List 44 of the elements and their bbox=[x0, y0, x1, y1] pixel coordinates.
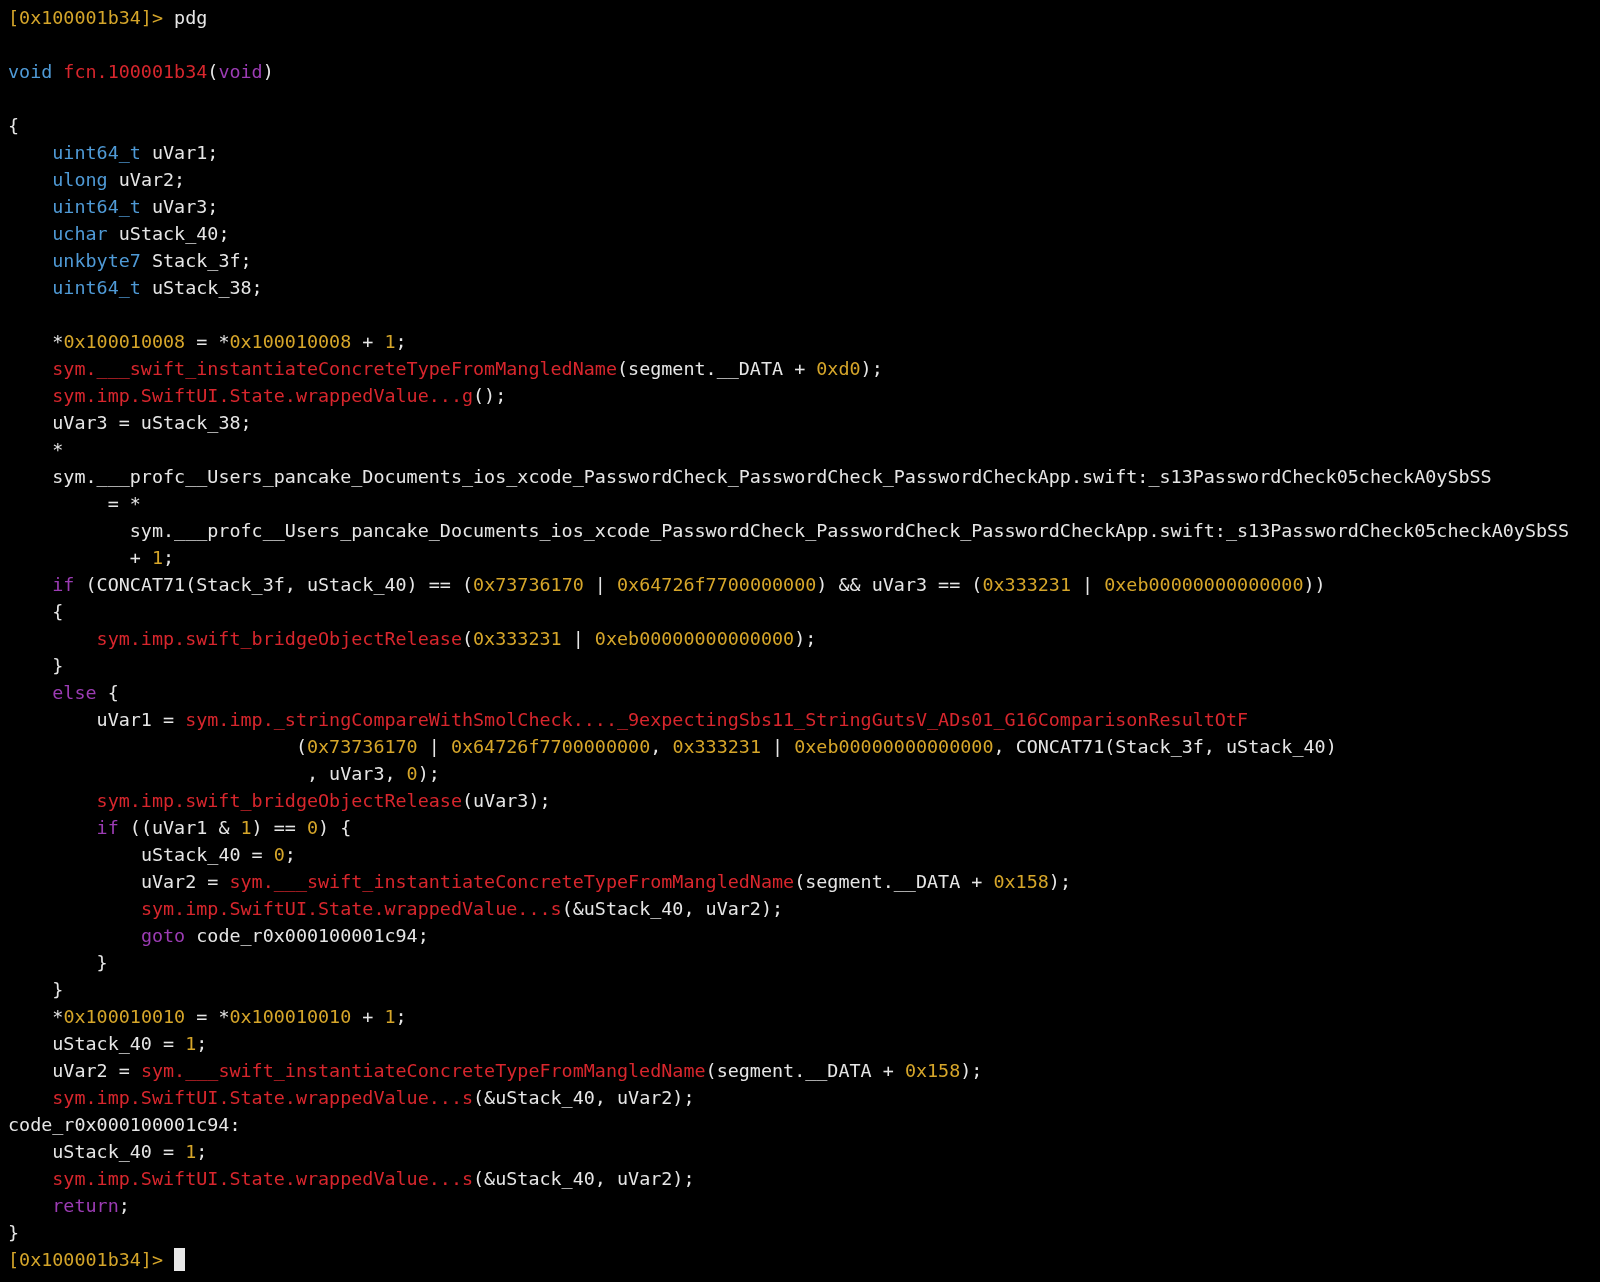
code-line: sym.imp.SwiftUI.State.wrappedValue...g(); bbox=[52, 384, 507, 408]
code-line: } bbox=[8, 1221, 20, 1245]
code-line: sym.imp.SwiftUI.State.wrappedValue...s(&uStack_40, uVar2); bbox=[140, 897, 784, 921]
code-line: * bbox=[52, 438, 64, 462]
code-line: sym.imp.swift_bridgeObjectRelease(uVar3); bbox=[96, 789, 551, 813]
code-line: + 1; bbox=[129, 546, 175, 570]
code-line: uStack_40 = 1; bbox=[52, 1032, 208, 1056]
code-line: if (CONCAT71(Stack_3f, uStack_40) == (0x73736170 | 0x64726f7700000000) && uVar3 == (0x333231 | 0xeb00000000000000)) bbox=[52, 573, 1326, 597]
code-line: uchar uStack_40; bbox=[52, 222, 230, 246]
code-line: *0x100010010 = *0x100010010 + 1; bbox=[52, 1005, 407, 1029]
code-line: sym.___profc__Users_pancake_Documents_ios_xcode_PasswordCheck_PasswordCheck_PasswordCheckApp.swift:_s13PasswordCheck05checkA0ySbSS bbox=[129, 519, 1570, 543]
code-line: uVar3 = uStack_38; bbox=[52, 411, 252, 435]
code-line: { bbox=[8, 114, 20, 138]
command-prompt-line: [0x100001b34]> pdg bbox=[8, 6, 208, 30]
code-line: uVar1 = sym.imp._stringCompareWithSmolCheck...._9expectingSbs11_StringGutsV_ADs01_G16ComparisonResultOtF bbox=[96, 708, 1249, 732]
command-prompt-line: [0x100001b34]> bbox=[8, 1248, 163, 1272]
code-line: = * bbox=[107, 492, 141, 516]
code-line: } bbox=[52, 978, 64, 1002]
code-line: (0x73736170 | 0x64726f7700000000, 0x333231 | 0xeb00000000000000, CONCAT71(Stack_3f, uStack_40) bbox=[295, 735, 1337, 759]
code-line: uVar2 = sym.___swift_instantiateConcreteTypeFromMangledName(segment.__DATA + 0x158); bbox=[140, 870, 1071, 894]
code-line: uint64_t uVar3; bbox=[52, 195, 219, 219]
code-line: goto code_r0x000100001c94; bbox=[140, 924, 429, 948]
code-line: uint64_t uStack_38; bbox=[52, 276, 263, 300]
code-line: return; bbox=[52, 1194, 130, 1218]
code-line: unkbyte7 Stack_3f; bbox=[52, 249, 252, 273]
code-line: ulong uVar2; bbox=[52, 168, 186, 192]
code-line: } bbox=[52, 654, 64, 678]
code-line: uStack_40 = 1; bbox=[52, 1140, 208, 1164]
code-line: sym.___profc__Users_pancake_Documents_ios_xcode_PasswordCheck_PasswordCheck_PasswordCheckApp.swift:_s13PasswordCheck05checkA0ySbSS bbox=[52, 465, 1492, 489]
code-line: } bbox=[96, 951, 108, 975]
code-line: code_r0x000100001c94: bbox=[8, 1113, 241, 1137]
code-line: sym.imp.SwiftUI.State.wrappedValue...s(&uStack_40, uVar2); bbox=[52, 1086, 695, 1110]
code-line: uint64_t uVar1; bbox=[52, 141, 219, 165]
code-line: , uVar3, 0); bbox=[306, 762, 440, 786]
code-line: void fcn.100001b34(void) bbox=[8, 60, 274, 84]
code-line: sym.imp.swift_bridgeObjectRelease(0x333231 | 0xeb00000000000000); bbox=[96, 627, 817, 651]
code-line: *0x100010008 = *0x100010008 + 1; bbox=[52, 330, 407, 354]
code-line: else { bbox=[52, 681, 119, 705]
code-line: uStack_40 = 0; bbox=[140, 843, 296, 867]
code-line: if ((uVar1 & 1) == 0) { bbox=[96, 816, 352, 840]
code-line: sym.imp.SwiftUI.State.wrappedValue...s(&uStack_40, uVar2); bbox=[52, 1167, 695, 1191]
code-line: uVar2 = sym.___swift_instantiateConcreteTypeFromMangledName(segment.__DATA + 0x158); bbox=[52, 1059, 983, 1083]
code-line: { bbox=[52, 600, 64, 624]
code-line: sym.___swift_instantiateConcreteTypeFromMangledName(segment.__DATA + 0xd0); bbox=[52, 357, 883, 381]
